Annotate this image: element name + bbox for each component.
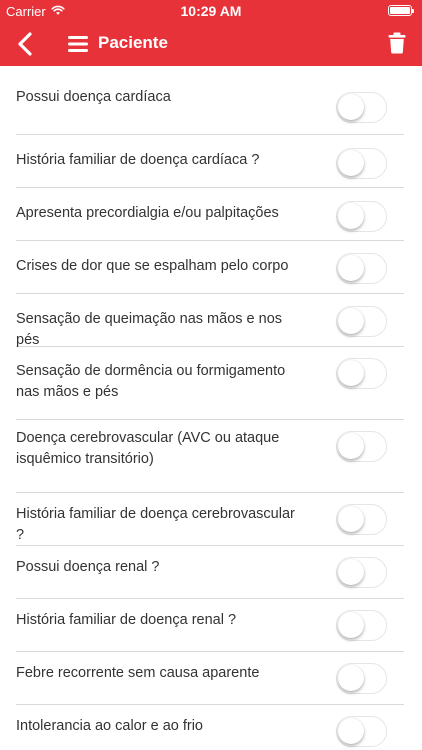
question-toggle[interactable]: [336, 504, 387, 535]
question-label: Crises de dor que se espalham pelo corpo: [16, 258, 289, 274]
back-chevron-icon[interactable]: [14, 31, 36, 57]
question-row: Possui doença cardíaca: [16, 66, 404, 135]
question-toggle[interactable]: [336, 253, 387, 284]
toggle-knob: [338, 433, 364, 459]
question-label: Possui doença renal ?: [16, 559, 160, 575]
question-row: Possui doença renal ?: [16, 546, 404, 599]
question-toggle[interactable]: [336, 201, 387, 232]
toggle-knob: [338, 360, 364, 386]
question-toggle[interactable]: [336, 557, 387, 588]
battery-icon: [388, 5, 414, 16]
question-label: Possui doença cardíaca: [16, 89, 171, 105]
question-label: Intolerancia ao calor e ao frio: [16, 718, 203, 734]
toggle-knob: [338, 612, 364, 638]
question-label: História familiar de doença cardíaca ?: [16, 152, 260, 168]
question-label: Sensação de dormência ou formigamento na…: [16, 363, 286, 400]
toggle-knob: [338, 559, 364, 585]
question-row: História familiar de doença renal ?: [16, 599, 404, 652]
question-list: Possui doença cardíaca História familiar …: [0, 66, 422, 750]
toggle-knob: [338, 203, 364, 229]
toggle-knob: [338, 94, 364, 120]
question-toggle[interactable]: [336, 148, 387, 179]
toggle-knob: [338, 255, 364, 281]
question-toggle[interactable]: [336, 358, 387, 389]
question-row: Sensação de queimação nas mãos e nos pés: [16, 294, 404, 348]
question-label: História familiar de doença cerebrovascu…: [16, 506, 295, 543]
question-toggle[interactable]: [336, 306, 387, 337]
question-row: Crises de dor que se espalham pelo corpo: [16, 241, 404, 294]
question-row: Apresenta precordialgia e/ou palpitações: [16, 188, 404, 241]
question-row: Febre recorrente sem causa aparente: [16, 652, 404, 705]
question-toggle[interactable]: [336, 431, 387, 462]
clock: 10:29 AM: [180, 3, 242, 19]
question-row: Sensação de dormência ou formigamento na…: [16, 347, 404, 420]
question-label: Apresenta precordialgia e/ou palpitações: [16, 205, 279, 221]
nav-bar: Paciente: [0, 22, 422, 66]
question-label: História familiar de doença renal ?: [16, 612, 237, 628]
toggle-knob: [338, 665, 364, 691]
page-title: Paciente: [98, 33, 168, 52]
question-label: Febre recorrente sem causa aparente: [16, 665, 260, 681]
question-row: Intolerancia ao calor e ao frio: [16, 705, 404, 750]
question-label: Sensação de queimação nas mãos e nos pés: [16, 311, 283, 348]
question-row: História familiar de doença cardíaca ?: [16, 135, 404, 188]
question-toggle[interactable]: [336, 92, 387, 123]
question-toggle[interactable]: [336, 716, 387, 747]
question-label: Doença cerebrovascular (AVC ou ataque is…: [16, 430, 280, 467]
status-bar: Carrier 10:29 AM: [0, 0, 422, 22]
toggle-knob: [338, 506, 364, 532]
question-toggle[interactable]: [336, 663, 387, 694]
question-toggle[interactable]: [336, 610, 387, 641]
question-row: Doença cerebrovascular (AVC ou ataque is…: [16, 420, 404, 493]
toggle-knob: [338, 718, 364, 744]
trash-icon[interactable]: [388, 32, 406, 54]
question-row: História familiar de doença cerebrovascu…: [16, 493, 404, 546]
menu-icon[interactable]: [68, 34, 88, 54]
toggle-knob: [338, 150, 364, 176]
toggle-knob: [338, 308, 364, 334]
